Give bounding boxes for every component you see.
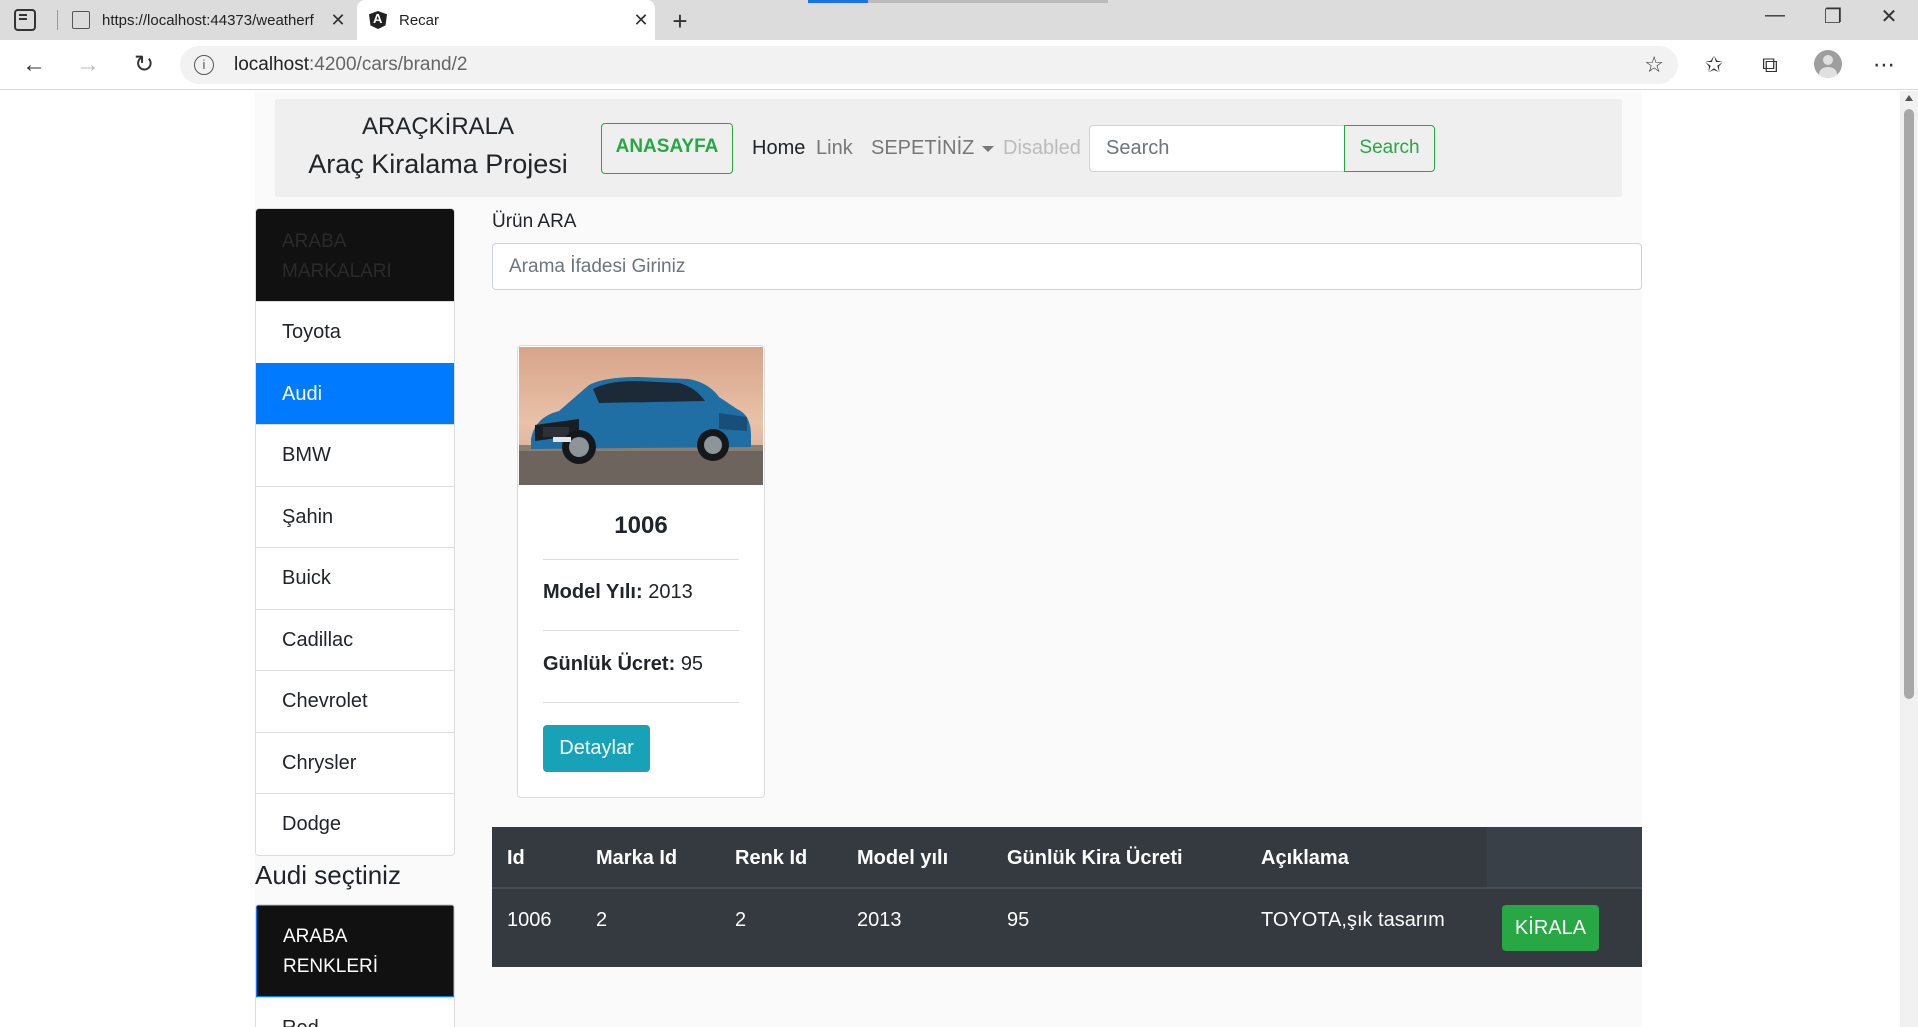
restore-icon[interactable]: ❐ bbox=[1808, 4, 1858, 34]
scroll-up-icon[interactable] bbox=[1905, 95, 1913, 101]
car-image bbox=[519, 347, 763, 485]
rent-button[interactable]: KİRALA bbox=[1502, 905, 1599, 951]
car-id-title: 1006 bbox=[614, 512, 668, 539]
brand-subtitle: Araç Kiralama Projesi bbox=[308, 149, 568, 179]
cell-color-id: 2 bbox=[735, 909, 747, 931]
model-year-row: Model Yılı: 2013 bbox=[543, 581, 693, 604]
page-scrollbar[interactable] bbox=[1900, 91, 1918, 1027]
collections-icon[interactable]: ⧉ bbox=[1752, 48, 1788, 82]
nav-link-link[interactable]: Link bbox=[816, 137, 853, 160]
card-divider bbox=[543, 559, 739, 560]
new-tab-button[interactable]: + bbox=[665, 6, 695, 37]
product-search-input[interactable]: Arama İfadesi Giriniz bbox=[492, 243, 1642, 290]
sidebar: ARABA MARKALARI Toyota Audi BMW Şahin Bu… bbox=[255, 208, 455, 1027]
brand-item-chevrolet[interactable]: Chevrolet bbox=[256, 670, 454, 732]
browser-tab-bar: https://localhost:44373/weatherf ✕ Recar… bbox=[0, 0, 1918, 40]
page-viewport: ARAÇKİRALA Araç Kiralama Projesi ANASAYF… bbox=[0, 91, 1900, 1027]
nav-link-home[interactable]: Home bbox=[752, 137, 805, 160]
table-row: 1006 2 2 2013 95 TOYOTA,şık tasarım KİRA… bbox=[492, 889, 1642, 967]
details-button[interactable]: Detaylar bbox=[543, 725, 650, 772]
cell-id: 1006 bbox=[507, 909, 552, 931]
main-content: Ürün ARA Arama İfadesi Giriniz 1006 Mode… bbox=[492, 208, 1642, 967]
document-icon bbox=[72, 11, 90, 29]
color-item-red[interactable]: Red bbox=[256, 996, 454, 1027]
brand-item-toyota[interactable]: Toyota bbox=[256, 301, 454, 363]
brand-item-bmw[interactable]: BMW bbox=[256, 424, 454, 486]
model-year-label: Model Yılı: bbox=[543, 581, 643, 603]
navbar-search-button[interactable]: Search bbox=[1344, 125, 1435, 172]
daily-price-row: Günlük Ücret: 95 bbox=[543, 653, 703, 676]
chevron-down-icon bbox=[982, 145, 995, 152]
scrollbar-thumb[interactable] bbox=[1904, 109, 1914, 699]
tab-indicator bbox=[808, 0, 868, 3]
cars-table: Id Marka Id Renk Id Model yılı Günlük Ki… bbox=[492, 827, 1642, 967]
column-header: Renk Id bbox=[735, 847, 808, 869]
brand-title: ARAÇKİRALA bbox=[361, 113, 515, 140]
column-header: Model yılı bbox=[857, 847, 949, 869]
forward-icon[interactable]: → bbox=[70, 48, 106, 82]
column-header: Marka Id bbox=[596, 847, 678, 869]
color-list-header: ARABA RENKLERİ bbox=[256, 904, 454, 997]
column-header bbox=[1487, 827, 1642, 887]
table-header: Id Marka Id Renk Id Model yılı Günlük Ki… bbox=[492, 827, 1642, 889]
navbar-search-input[interactable] bbox=[1089, 125, 1345, 172]
add-favorite-icon[interactable]: ☆ bbox=[1644, 52, 1664, 78]
daily-price-value: 95 bbox=[680, 653, 704, 675]
url-field[interactable]: i localhost:4200/cars/brand/2 ☆ bbox=[180, 46, 1678, 84]
brand-item-dodge[interactable]: Dodge bbox=[256, 793, 454, 855]
back-icon[interactable]: ← bbox=[16, 48, 52, 82]
cell-model-year: 2013 bbox=[857, 909, 902, 931]
more-options-icon[interactable]: ⋯ bbox=[1866, 48, 1902, 82]
nav-dropdown-cart[interactable]: SEPETİNİZ bbox=[871, 137, 995, 160]
page-container: ARAÇKİRALA Araç Kiralama Projesi ANASAYF… bbox=[255, 91, 1642, 1027]
profile-avatar[interactable] bbox=[1814, 50, 1842, 78]
address-bar: ← → ↻ i localhost:4200/cars/brand/2 ☆ ✩ … bbox=[0, 40, 1918, 90]
column-header: Günlük Kira Ücreti bbox=[1007, 847, 1183, 869]
column-header: Açıklama bbox=[1261, 847, 1349, 869]
model-year-value: 2013 bbox=[648, 581, 693, 603]
browser-tab-recar[interactable]: Recar ✕ bbox=[357, 0, 655, 40]
refresh-icon[interactable]: ↻ bbox=[126, 48, 162, 82]
column-header: Id bbox=[507, 847, 525, 869]
close-window-icon[interactable]: ✕ bbox=[1864, 4, 1914, 34]
cell-daily-price: 95 bbox=[1007, 909, 1030, 931]
url-text: localhost:4200/cars/brand/2 bbox=[234, 54, 468, 75]
tab-separator bbox=[57, 10, 58, 30]
card-divider bbox=[543, 630, 739, 631]
nav-link-disabled: Disabled bbox=[1003, 137, 1081, 159]
browser-tab-weather[interactable]: https://localhost:44373/weatherf ✕ bbox=[60, 0, 352, 40]
top-navbar: ARAÇKİRALA Araç Kiralama Projesi ANASAYF… bbox=[275, 99, 1622, 197]
color-list: ARABA RENKLERİ Red bbox=[255, 903, 455, 1027]
selected-brand-text: Audi seçtiniz bbox=[255, 859, 401, 890]
tab-title: Recar bbox=[399, 11, 440, 29]
home-page-button[interactable]: ANASAYFA bbox=[601, 123, 733, 174]
brand[interactable]: ARAÇKİRALA Araç Kiralama Projesi bbox=[293, 113, 583, 180]
tab-indicator-track bbox=[868, 0, 1108, 3]
close-tab-icon[interactable]: ✕ bbox=[324, 10, 352, 31]
favorites-icon[interactable]: ✩ bbox=[1696, 48, 1732, 82]
minimize-icon[interactable]: — bbox=[1750, 4, 1800, 34]
cell-description: TOYOTA,şık tasarım bbox=[1261, 909, 1445, 931]
tab-actions-icon[interactable] bbox=[14, 9, 36, 31]
brand-list-header: ARABA MARKALARI bbox=[256, 209, 454, 301]
product-search-label: Ürün ARA bbox=[492, 211, 577, 232]
car-card: 1006 Model Yılı: 2013 Günlük Ücret: 95 D… bbox=[517, 345, 765, 798]
cell-brand-id: 2 bbox=[596, 909, 608, 931]
daily-price-label: Günlük Ücret: bbox=[543, 653, 676, 675]
brand-item-audi[interactable]: Audi bbox=[256, 362, 454, 424]
close-tab-icon[interactable]: ✕ bbox=[627, 10, 655, 31]
brand-item-sahin[interactable]: Şahin bbox=[256, 485, 454, 547]
brand-item-cadillac[interactable]: Cadillac bbox=[256, 608, 454, 670]
cell-action: KİRALA bbox=[1487, 889, 1642, 967]
cart-dropdown-label: SEPETİNİZ bbox=[871, 137, 975, 159]
brand-item-chrysler[interactable]: Chrysler bbox=[256, 731, 454, 793]
tab-title: https://localhost:44373/weatherf bbox=[102, 11, 314, 29]
site-info-icon[interactable]: i bbox=[194, 55, 214, 75]
brand-item-buick[interactable]: Buick bbox=[256, 547, 454, 609]
brand-list: ARABA MARKALARI Toyota Audi BMW Şahin Bu… bbox=[255, 208, 455, 856]
angular-icon bbox=[369, 11, 387, 29]
card-divider bbox=[543, 702, 739, 703]
